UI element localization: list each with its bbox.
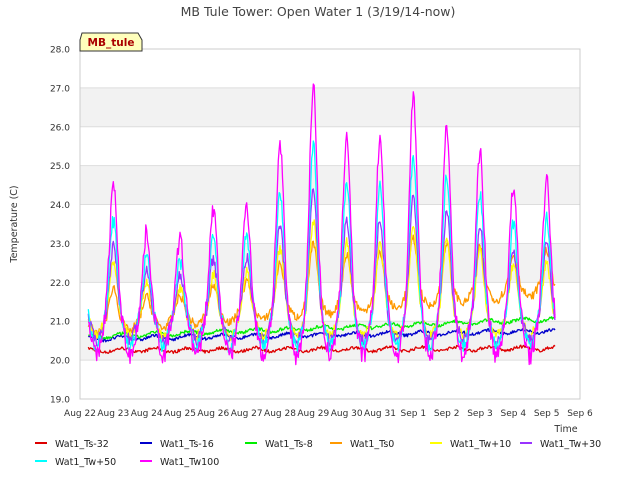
legend-label: Wat1_Ts-8 <box>265 439 313 450</box>
legend-label: Wat1_Tw+50 <box>55 457 116 468</box>
legend: Wat1_Ts-32 Wat1_Ts-16 Wat1_Ts-8 Wat1_Ts0 Wat… <box>35 439 601 468</box>
x-axis-label: Time <box>553 424 577 435</box>
y-tick-label: 21.0 <box>50 318 70 328</box>
legend-label: Wat1_Tw+10 <box>450 439 511 450</box>
plot-band <box>80 321 580 361</box>
x-tick-label: Aug 26 <box>197 409 229 419</box>
x-tick-label: Sep 5 <box>534 409 560 419</box>
x-tick-labels: Aug 22 Aug 23 Aug 24 Aug 25 Aug 26 Aug 27 Aug … <box>64 409 593 419</box>
plot-band <box>80 204 580 244</box>
legend-label: Wat1_Ts-16 <box>160 439 214 450</box>
y-tick-label: 28.0 <box>50 46 70 56</box>
x-tick-label: Sep 3 <box>467 409 493 419</box>
legend-label: Wat1_Tw+30 <box>540 439 601 450</box>
y-tick-labels: 19.0 20.0 21.0 22.0 23.0 24.0 25.0 26.0 27.0 28.0 <box>50 46 70 406</box>
x-tick-label: Sep 1 <box>401 409 427 419</box>
x-tick-label: Aug 25 <box>164 409 196 419</box>
x-tick-label: Aug 23 <box>97 409 129 419</box>
x-tick-label: Aug 29 <box>297 409 329 419</box>
x-tick-label: Sep 6 <box>567 409 593 419</box>
y-axis-label: Temperature (C) <box>9 185 20 263</box>
chart-container: MB Tule Tower: Open Water 1 (3/19/14-now… <box>0 0 640 480</box>
x-tick-label: Aug 31 <box>364 409 396 419</box>
x-tick-label: Sep 4 <box>501 409 527 419</box>
plot-band <box>80 126 580 166</box>
plot-band <box>80 49 580 88</box>
y-tick-label: 19.0 <box>50 396 70 406</box>
plot-band <box>80 87 580 127</box>
plot-band <box>80 165 580 205</box>
chart-title: MB Tule Tower: Open Water 1 (3/19/14-now… <box>181 4 456 19</box>
plot-band <box>80 243 580 283</box>
legend-label: Wat1_Ts0 <box>350 439 394 450</box>
x-tick-label: Aug 27 <box>231 409 263 419</box>
y-tick-label: 22.0 <box>50 279 70 289</box>
chart-svg: MB Tule Tower: Open Water 1 (3/19/14-now… <box>9 4 601 468</box>
legend-label: Wat1_Ts-32 <box>55 439 109 450</box>
x-tick-label: Aug 28 <box>264 409 296 419</box>
y-tick-label: 25.0 <box>50 162 70 172</box>
x-tick-label: Aug 22 <box>64 409 96 419</box>
x-tick-label: Sep 2 <box>434 409 460 419</box>
legend-label: Wat1_Tw100 <box>160 457 219 468</box>
x-tick-label: Aug 24 <box>131 409 163 419</box>
x-tick-label: Aug 30 <box>331 409 363 419</box>
y-tick-label: 20.0 <box>50 357 70 367</box>
station-label-text: MB_tule <box>88 37 135 49</box>
y-tick-label: 27.0 <box>50 84 70 94</box>
plot-band <box>80 360 580 399</box>
y-tick-label: 26.0 <box>50 123 70 133</box>
station-label-box: MB_tule <box>79 32 143 52</box>
y-tick-label: 24.0 <box>50 201 70 211</box>
y-tick-label: 23.0 <box>50 240 70 250</box>
